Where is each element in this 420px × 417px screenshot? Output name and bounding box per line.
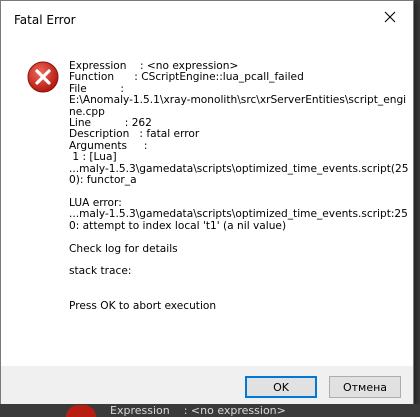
ok-button[interactable]: OK [245, 376, 317, 398]
background-error-icon [66, 405, 96, 417]
message-area: Expression : <no expression> Function : … [1, 41, 413, 366]
background-expression-text: Expression : <no expression> [110, 404, 286, 417]
close-button[interactable] [367, 1, 413, 33]
cancel-button[interactable]: Отмена [329, 376, 401, 398]
close-icon [384, 11, 396, 23]
fatal-error-dialog: Fatal Error Expression : <no expression>… [0, 0, 414, 404]
button-bar: OK Отмена [1, 366, 413, 404]
error-icon [27, 61, 59, 93]
window-title: Fatal Error [14, 13, 76, 27]
error-message-text: Expression : <no expression> Function : … [69, 60, 409, 312]
title-bar: Fatal Error [1, 1, 413, 41]
